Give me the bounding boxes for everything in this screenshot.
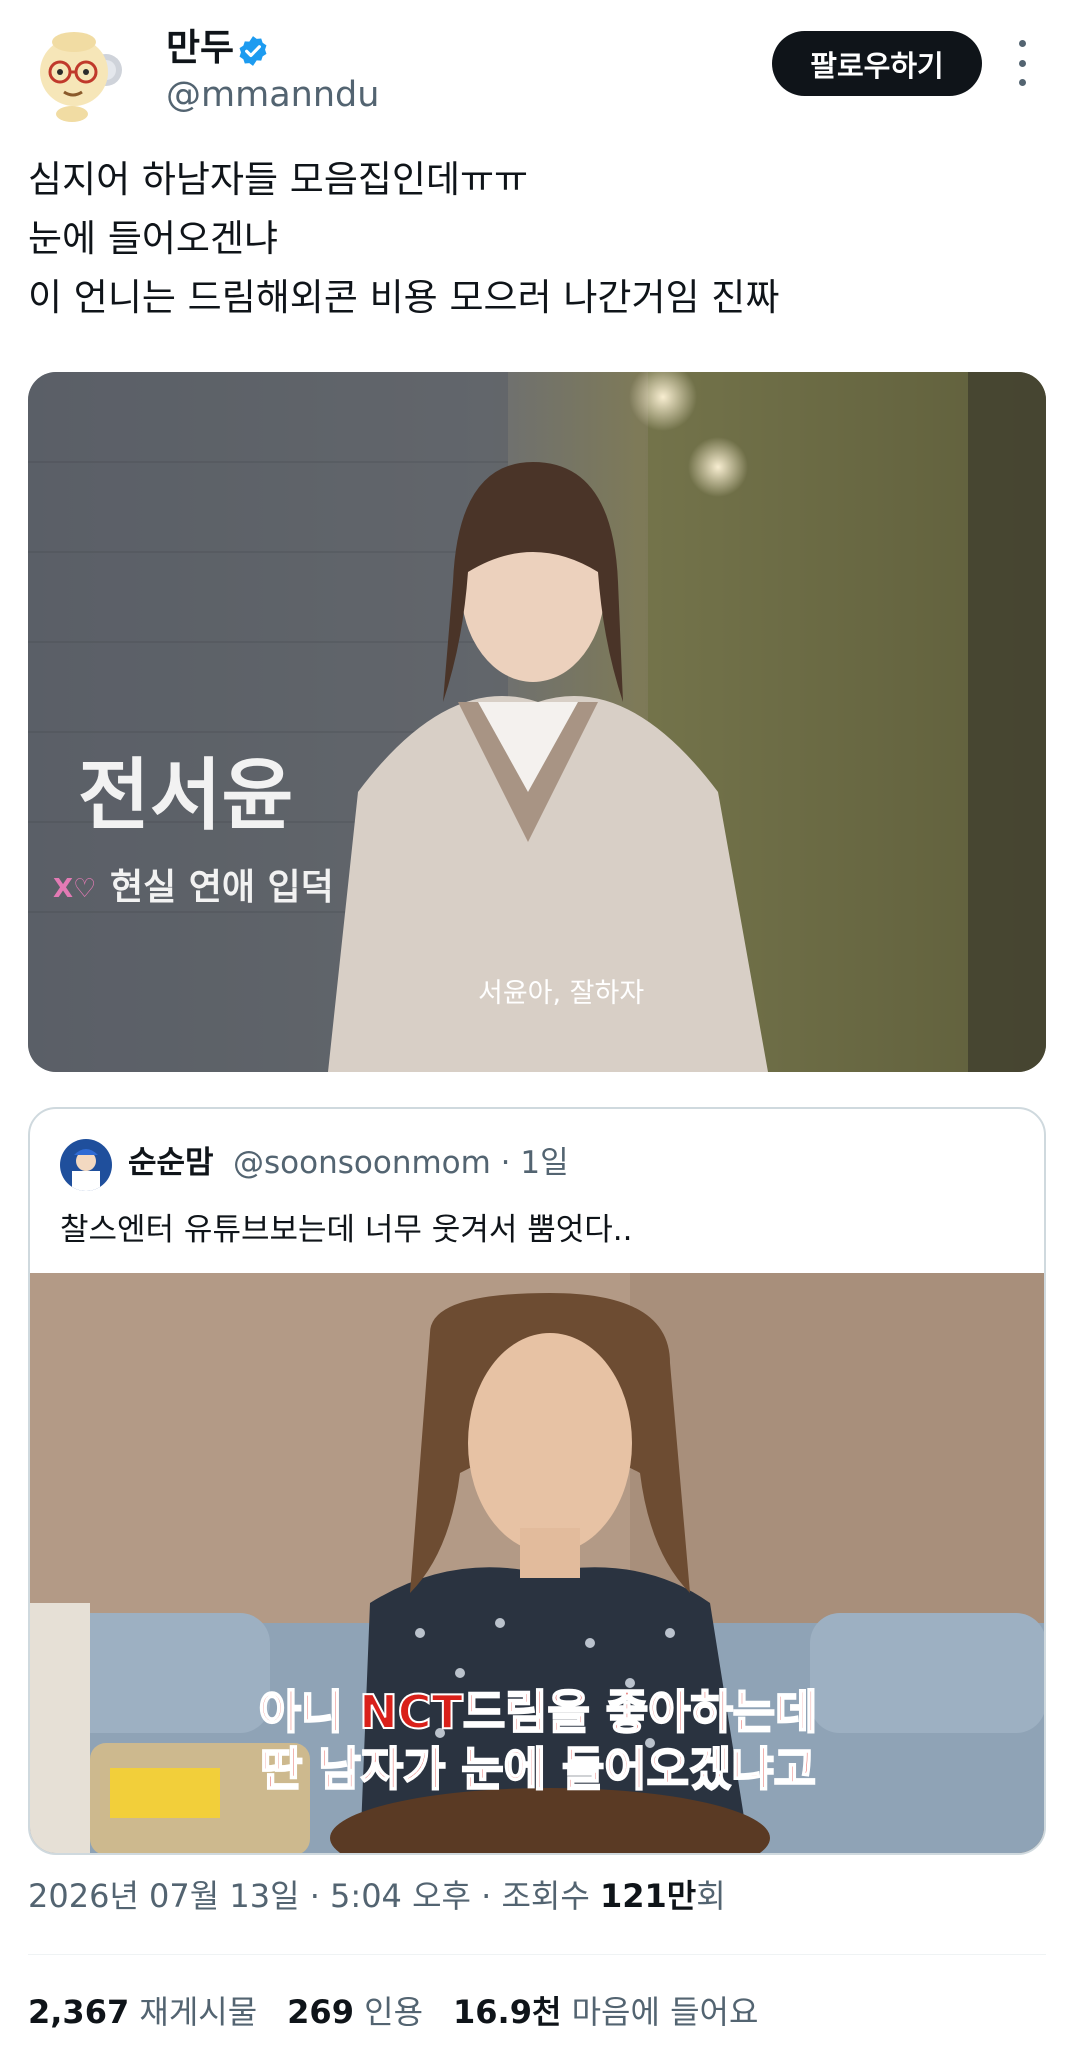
tweet-header: 만두 @mmanndu 팔로우하기 xyxy=(0,0,1074,130)
follow-button[interactable]: 팔로우하기 xyxy=(772,31,982,96)
tweet-line: 이 언니는 드림해외콘 비용 모으러 나간거임 진짜 xyxy=(28,276,780,319)
reposts-stat[interactable]: 2,367 재게시물 xyxy=(28,1993,257,2031)
author-display-name[interactable]: 만두 xyxy=(166,24,234,72)
baseball-avatar-icon xyxy=(60,1139,112,1191)
quoted-tweet[interactable]: 순순맘 @soonsoonmom · 1일 찰스엔터 유튜브보는데 너무 웃겨서… xyxy=(28,1107,1046,1855)
reposts-label: 재게시물 xyxy=(139,1993,258,2031)
tweet-line: 눈에 들어오겐냐 xyxy=(28,217,279,260)
reposts-count: 2,367 xyxy=(28,1993,130,2031)
video-still-image: 아니 NCT드림을 좋아하는데 딴 남자가 눈에 들어오겠냐고 xyxy=(30,1273,1044,1853)
view-count-suffix: 회 xyxy=(696,1877,726,1915)
quote-display-name[interactable]: 순순맘 xyxy=(128,1141,214,1185)
author-avatar[interactable] xyxy=(28,22,130,124)
more-vertical-icon[interactable] xyxy=(1010,40,1034,86)
timestamp[interactable]: 2026년 07월 13일 · 5:04 오후 · 조회수 xyxy=(28,1877,600,1915)
video-subtitle-line2: 딴 남자가 눈에 들어오겠냐고 xyxy=(260,1742,816,1796)
video-subtitle-line1: 아니 NCT드림을 좋아하는데 xyxy=(259,1685,818,1739)
tweet-line: 심지어 하남자들 모음집인데ㅠㅠ xyxy=(28,158,529,201)
quote-avatar[interactable] xyxy=(60,1139,112,1191)
likes-count: 16.9천 xyxy=(453,1993,562,2031)
likes-stat[interactable]: 16.9천 마음에 들어요 xyxy=(453,1993,758,2031)
quote-text: 찰스엔터 유튜브보는데 너무 웃겨서 뿜엇다.. xyxy=(60,1212,633,1248)
tweet-text: 심지어 하남자들 모음집인데ㅠㅠ 눈에 들어오겐냐 이 언니는 드림해외콘 비용… xyxy=(28,150,1048,327)
quote-handle[interactable]: @soonsoonmom · 1일 xyxy=(233,1141,569,1185)
caption-logo: X♡ xyxy=(53,874,96,904)
caption-name: 전서윤 xyxy=(78,751,293,841)
verified-badge-icon xyxy=(239,36,267,66)
video-subtitle: 서윤아, 잘하자 xyxy=(478,978,644,1009)
quotes-stat[interactable]: 269 인용 xyxy=(287,1993,423,2031)
quotes-label: 인용 xyxy=(364,1993,424,2031)
author-handle[interactable]: @mmanndu xyxy=(166,72,379,118)
divider xyxy=(28,1954,1046,1955)
cartoon-avatar-icon xyxy=(28,22,130,124)
video-still-image: 전서윤 X♡ 현실 연애 입덕 서윤아, 잘하자 xyxy=(28,372,1046,1072)
tweet-media-image[interactable]: 전서윤 X♡ 현실 연애 입덕 서윤아, 잘하자 xyxy=(28,372,1046,1072)
quote-media-image[interactable]: 아니 NCT드림을 좋아하는데 딴 남자가 눈에 들어오겠냐고 xyxy=(30,1273,1044,1853)
caption-sub: 현실 연애 입덕 xyxy=(110,867,334,908)
engagement-stats: 2,367 재게시물 269 인용 16.9천 마음에 들어요 xyxy=(28,1988,788,2036)
view-count: 121만 xyxy=(599,1877,697,1915)
tweet-meta: 2026년 07월 13일 · 5:04 오후 · 조회수 121만회 xyxy=(28,1872,726,1920)
quotes-count: 269 xyxy=(287,1993,354,2031)
likes-label: 마음에 들어요 xyxy=(571,1993,759,2031)
